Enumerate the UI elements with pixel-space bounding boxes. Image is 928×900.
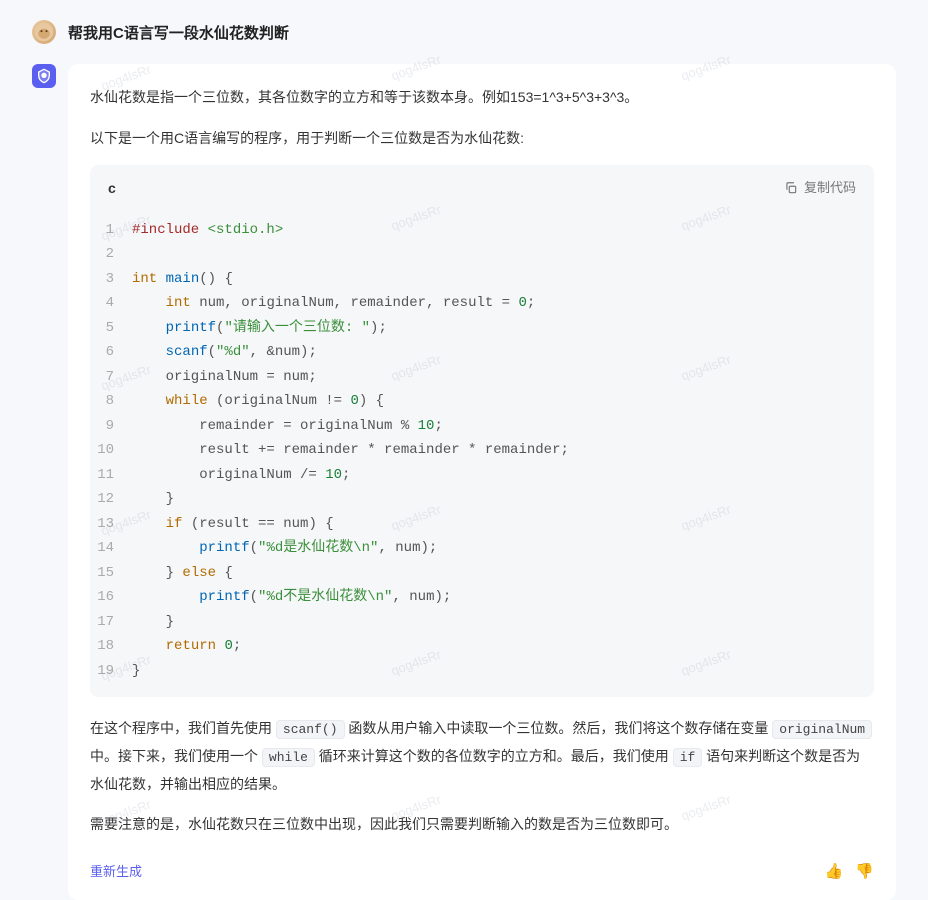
assistant-body: 水仙花数是指一个三位数，其各位数字的立方和等于该数本身。例如153=1^3+5^… [68, 64, 896, 900]
code-header: c 复制代码 [90, 165, 874, 212]
explanation-3: 在这个程序中，我们首先使用 scanf() 函数从用户输入中读取一个三位数。然后… [90, 715, 874, 797]
explanation-4: 需要注意的是，水仙花数只在三位数中出现，因此我们只需要判断输入的数是否为三位数即… [90, 811, 874, 838]
code-block: c 复制代码 1#include <stdio.h> 2 3int main()… [90, 165, 874, 697]
explanation-2: 以下是一个用C语言编写的程序，用于判断一个三位数是否为水仙花数: [90, 125, 874, 152]
copy-code-button[interactable]: 复制代码 [784, 176, 856, 201]
explanation-1: 水仙花数是指一个三位数，其各位数字的立方和等于该数本身。例如153=1^3+5^… [90, 84, 874, 111]
code-body[interactable]: 1#include <stdio.h> 2 3int main() { 4 in… [90, 212, 874, 698]
copy-label: 复制代码 [804, 176, 856, 201]
inline-code-scanf: scanf() [276, 720, 345, 739]
thumbs-down-icon[interactable]: 👎 [855, 858, 874, 887]
message-footer: 重新生成 👍 👎 [90, 852, 874, 887]
thumbs-up-icon[interactable]: 👍 [825, 858, 844, 887]
code-language: c [108, 175, 116, 202]
regenerate-button[interactable]: 重新生成 [90, 860, 142, 885]
user-avatar [32, 20, 56, 44]
inline-code-while: while [262, 748, 315, 767]
inline-code-if: if [673, 748, 703, 767]
inline-code-originalnum: originalNum [772, 720, 872, 739]
vote-icons: 👍 👎 [825, 858, 874, 887]
copy-icon [784, 181, 798, 195]
user-prompt: 帮我用C语言写一段水仙花数判断 [68, 20, 289, 43]
user-message: 帮我用C语言写一段水仙花数判断 [32, 20, 896, 44]
assistant-avatar [32, 64, 56, 88]
assistant-message: 水仙花数是指一个三位数，其各位数字的立方和等于该数本身。例如153=1^3+5^… [32, 64, 896, 900]
